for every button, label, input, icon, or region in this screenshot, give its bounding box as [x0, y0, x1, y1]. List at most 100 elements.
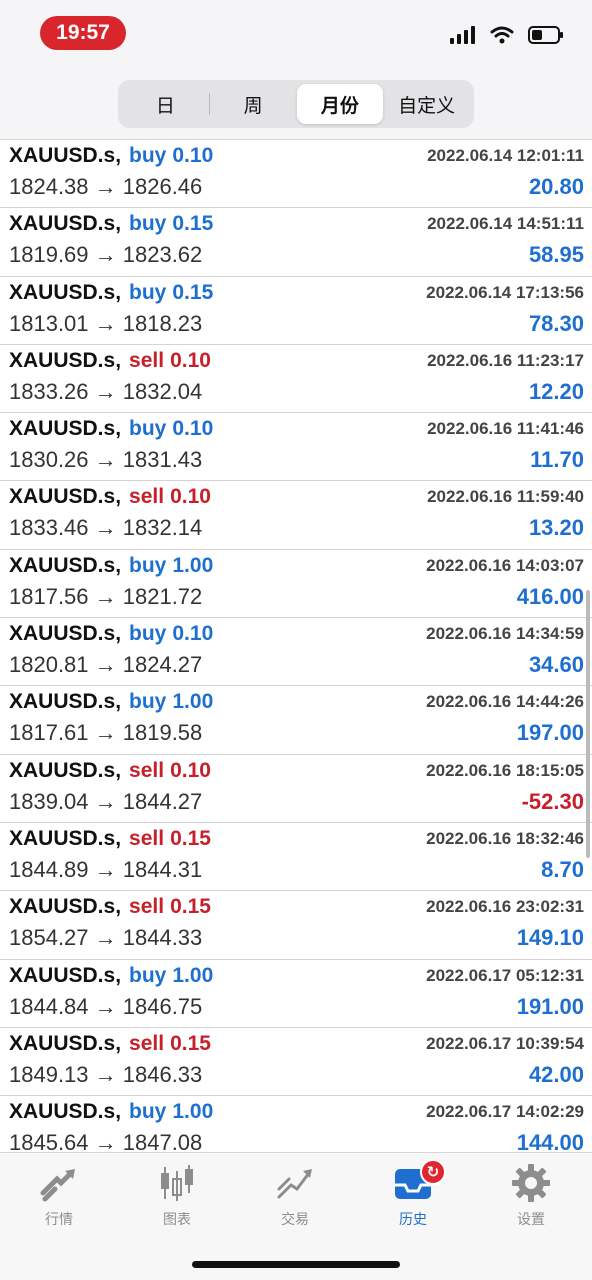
deal-symbol: XAUUSD.s,: [9, 280, 122, 304]
deal-row[interactable]: XAUUSD.s, buy 1.00 2022.06.17 14:02:29 1845.…: [0, 1096, 592, 1152]
deal-side: buy: [129, 622, 167, 646]
battery-icon: [528, 26, 563, 44]
deal-title: XAUUSD.s, sell 0.10: [9, 349, 211, 373]
tab-history[interactable]: ↻ 历史: [354, 1159, 472, 1229]
deal-prices: 1819.69 → 1823.62: [9, 242, 203, 268]
deal-profit: 149.10: [516, 925, 584, 951]
deal-volume: 1.00: [172, 690, 214, 714]
period-tab-week[interactable]: 周: [210, 84, 297, 124]
deal-datetime: 2022.06.16 14:44:26: [426, 692, 584, 712]
deal-symbol: XAUUSD.s,: [9, 1100, 122, 1124]
deal-volume: 0.10: [172, 144, 214, 167]
deal-symbol: XAUUSD.s,: [9, 622, 122, 646]
deal-prices: 1854.27 → 1844.33: [9, 925, 203, 951]
deal-volume: 1.00: [172, 1100, 214, 1124]
deal-symbol: XAUUSD.s,: [9, 690, 122, 714]
deal-title: XAUUSD.s, sell 0.10: [9, 759, 211, 783]
deal-profit: 144.00: [516, 1130, 584, 1152]
deal-side: sell: [129, 348, 165, 372]
deal-datetime: 2022.06.14 12:01:11: [427, 146, 584, 165]
deal-prices: 1844.89 → 1844.31: [9, 856, 203, 882]
deal-profit: 12.20: [528, 378, 584, 404]
tab-settings[interactable]: 设置: [472, 1163, 590, 1229]
tab-label: 交易: [281, 1212, 309, 1228]
deal-datetime: 2022.06.16 18:15:05: [426, 760, 584, 780]
deal-datetime: 2022.06.17 10:39:54: [426, 1033, 584, 1053]
deal-symbol: XAUUSD.s,: [9, 1031, 122, 1055]
deal-row[interactable]: XAUUSD.s, sell 0.10 2022.06.16 18:15:05 1839…: [0, 755, 592, 823]
deal-datetime: 2022.06.16 11:41:46: [427, 419, 584, 439]
deal-row[interactable]: XAUUSD.s, sell 0.15 2022.06.16 23:02:31 1854…: [0, 891, 592, 960]
deal-row[interactable]: XAUUSD.s, buy 1.00 2022.06.16 14:44:26 1817.…: [0, 686, 592, 755]
deal-row[interactable]: XAUUSD.s, sell 0.15 2022.06.16 18:32:46 1844…: [0, 823, 592, 892]
deal-profit: 58.95: [528, 242, 584, 268]
tab-trade[interactable]: 交易: [236, 1163, 354, 1229]
deal-volume: 0.15: [170, 1031, 211, 1055]
deal-datetime: 2022.06.16 14:03:07: [426, 555, 584, 575]
deal-row[interactable]: XAUUSD.s, sell 0.10 2022.06.16 11:59:40 1833…: [0, 481, 592, 550]
deal-prices: 1844.84 → 1846.75: [9, 993, 203, 1019]
period-segmented-control: 日 周 月份 自定义: [118, 80, 474, 128]
deal-profit: 13.20: [528, 515, 584, 541]
deal-row[interactable]: XAUUSD.s, buy 0.15 2022.06.14 14:51:11 1819.…: [0, 208, 592, 277]
history-deals-list[interactable]: XAUUSD.s, buy 0.10 2022.06.14 12:01:11 1824.…: [0, 140, 592, 1152]
deal-side: buy: [129, 144, 167, 167]
deal-volume: 0.15: [170, 826, 211, 850]
deal-row[interactable]: XAUUSD.s, buy 1.00 2022.06.16 14:03:07 1817.…: [0, 550, 592, 619]
deal-datetime: 2022.06.14 17:13:56: [426, 282, 584, 302]
tab-quotes[interactable]: 行情: [0, 1163, 118, 1229]
period-tab-month[interactable]: 月份: [296, 84, 384, 124]
deal-title: XAUUSD.s, buy 1.00: [9, 554, 213, 578]
gear-icon: [512, 1164, 550, 1202]
deal-title: XAUUSD.s, buy 0.15: [9, 281, 213, 305]
deal-title: XAUUSD.s, sell 0.15: [9, 827, 211, 851]
status-icons: [450, 26, 564, 44]
deal-row[interactable]: XAUUSD.s, sell 0.10 2022.06.16 11:23:17 1833…: [0, 345, 592, 414]
refresh-badge-icon[interactable]: ↻: [420, 1159, 446, 1185]
deal-title: XAUUSD.s, sell 0.10: [9, 485, 211, 509]
deal-profit: 42.00: [528, 1061, 584, 1087]
deal-datetime: 2022.06.16 23:02:31: [426, 897, 584, 917]
deal-datetime: 2022.06.14 14:51:11: [427, 214, 584, 234]
deal-volume: 0.15: [172, 212, 214, 236]
deal-row[interactable]: XAUUSD.s, buy 1.00 2022.06.17 05:12:31 1844.…: [0, 960, 592, 1028]
deal-datetime: 2022.06.17 14:02:29: [426, 1102, 584, 1122]
deal-side: buy: [129, 1100, 167, 1124]
deal-title: XAUUSD.s, buy 0.15: [9, 212, 213, 236]
period-tab-custom[interactable]: 自定义: [383, 84, 470, 124]
deal-title: XAUUSD.s, buy 0.10: [9, 622, 213, 646]
deal-symbol: XAUUSD.s,: [9, 895, 122, 919]
tab-label: 历史: [399, 1212, 427, 1228]
deal-prices: 1845.64 → 1847.08: [9, 1130, 203, 1152]
home-indicator[interactable]: [192, 1261, 400, 1268]
deal-side: buy: [129, 553, 167, 577]
deal-volume: 0.10: [170, 348, 211, 372]
deal-row[interactable]: XAUUSD.s, buy 0.10 2022.06.14 12:01:11 1824.…: [0, 140, 592, 209]
deal-side: sell: [129, 895, 165, 919]
deal-title: XAUUSD.s, buy 0.10: [9, 144, 213, 168]
deal-volume: 0.15: [170, 895, 211, 919]
deal-datetime: 2022.06.16 18:32:46: [426, 828, 584, 848]
deal-symbol: XAUUSD.s,: [9, 826, 122, 850]
period-header: 日 周 月份 自定义: [0, 70, 592, 140]
deal-profit: 20.80: [528, 174, 584, 199]
deal-profit: 8.70: [541, 856, 584, 882]
deal-profit: 197.00: [516, 720, 584, 746]
deal-row[interactable]: XAUUSD.s, buy 0.10 2022.06.16 14:34:59 1820.…: [0, 618, 592, 687]
deal-side: buy: [129, 212, 167, 236]
deal-side: sell: [129, 1031, 165, 1055]
cellular-signal-icon: [450, 26, 475, 44]
deal-row[interactable]: XAUUSD.s, sell 0.15 2022.06.17 10:39:54 1849…: [0, 1028, 592, 1097]
deal-row[interactable]: XAUUSD.s, buy 0.15 2022.06.14 17:13:56 1813.…: [0, 277, 592, 345]
deal-volume: 0.15: [172, 280, 214, 304]
scrollbar[interactable]: [586, 590, 590, 858]
tab-charts[interactable]: 图表: [118, 1163, 236, 1229]
deal-row[interactable]: XAUUSD.s, buy 0.10 2022.06.16 11:41:46 1830.…: [0, 413, 592, 482]
deal-volume: 1.00: [172, 553, 214, 577]
quotes-icon: [40, 1169, 75, 1202]
deal-prices: 1833.46 → 1832.14: [9, 515, 203, 541]
deal-symbol: XAUUSD.s,: [9, 485, 122, 509]
deal-profit: 191.00: [516, 993, 584, 1019]
deal-symbol: XAUUSD.s,: [9, 212, 122, 236]
period-tab-day[interactable]: 日: [122, 84, 209, 124]
